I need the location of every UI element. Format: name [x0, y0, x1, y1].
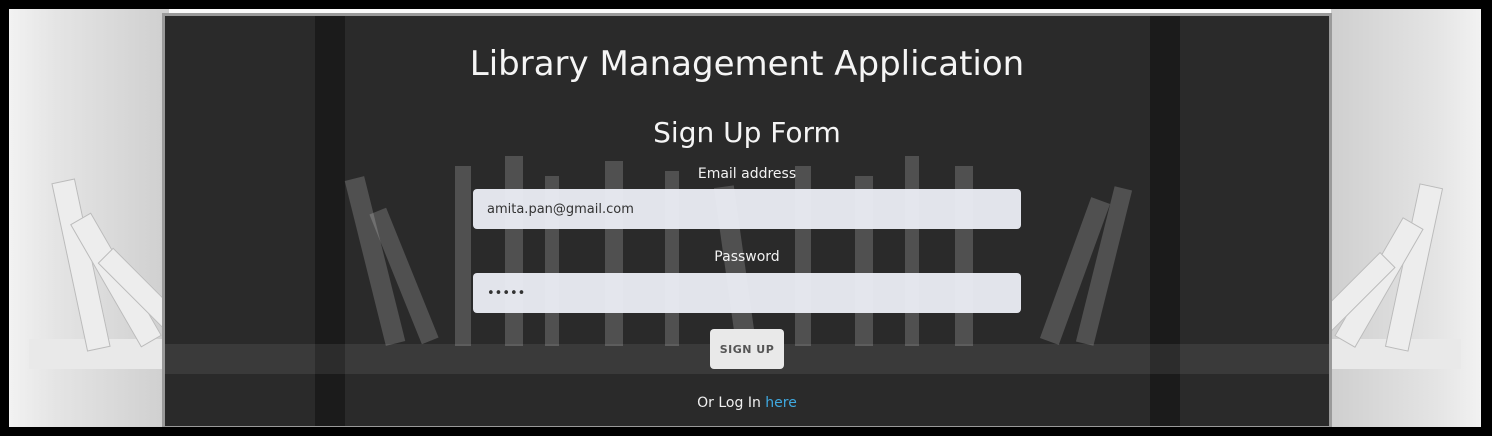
login-link[interactable]: here: [765, 395, 797, 411]
login-prefix-text: Or Log In: [697, 395, 761, 411]
app-window: Library Management Application Sign Up F…: [6, 6, 1484, 430]
form-title: Sign Up Form: [653, 116, 841, 149]
form-content: Library Management Application Sign Up F…: [165, 16, 1329, 426]
signup-button[interactable]: SIGN UP: [710, 329, 784, 369]
password-label: Password: [714, 249, 780, 265]
signup-panel: Library Management Application Sign Up F…: [162, 13, 1332, 427]
email-input[interactable]: [473, 189, 1021, 229]
login-prompt: Or Log In here: [165, 395, 1329, 411]
email-label: Email address: [697, 166, 797, 182]
app-title: Library Management Application: [469, 44, 1025, 84]
password-input[interactable]: [473, 273, 1021, 313]
